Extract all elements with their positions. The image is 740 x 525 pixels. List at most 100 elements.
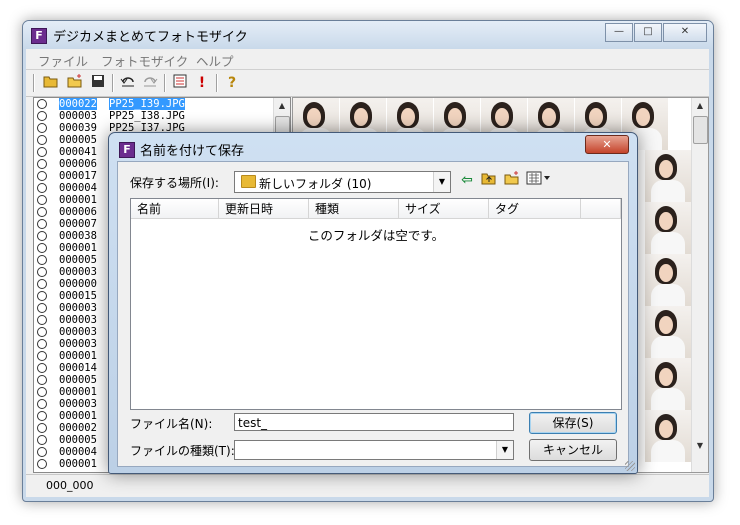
photo-thumbnail [645, 410, 691, 462]
up-folder-icon[interactable] [480, 171, 498, 189]
radio-button[interactable] [37, 291, 47, 301]
radio-button[interactable] [37, 231, 47, 241]
exclamation-icon[interactable]: ! [193, 74, 211, 92]
redo-icon[interactable] [141, 74, 159, 92]
file-number: 000039 [59, 122, 97, 134]
radio-button[interactable] [37, 375, 47, 385]
save-in-combo[interactable]: 新しいフォルダ (10) ▼ [234, 171, 451, 193]
column-header-type[interactable]: 種類 [309, 199, 399, 219]
list-icon[interactable] [171, 74, 189, 92]
column-header-tags[interactable]: タグ [489, 199, 581, 219]
file-number: 000001 [59, 410, 97, 422]
file-number: 000005 [59, 374, 97, 386]
radio-button[interactable] [37, 171, 47, 181]
window-title: デジカメまとめてフォトモザイク [53, 30, 248, 45]
radio-button[interactable] [37, 363, 47, 373]
column-header-modified[interactable]: 更新日時 [219, 199, 309, 219]
radio-button[interactable] [37, 255, 47, 265]
radio-button[interactable] [37, 135, 47, 145]
radio-button[interactable] [37, 435, 47, 445]
title-bar[interactable]: F デジカメまとめてフォトモザイク — □ ✕ [23, 21, 713, 49]
file-number: 000015 [59, 290, 97, 302]
radio-button[interactable] [37, 387, 47, 397]
dialog-close-button[interactable]: ✕ [585, 135, 629, 154]
file-number: 000003 [59, 314, 97, 326]
radio-button[interactable] [37, 459, 47, 469]
radio-button[interactable] [37, 399, 47, 409]
open-folder-icon[interactable] [42, 74, 60, 92]
list-item[interactable]: 000022 PP25_I39.JPG [34, 98, 290, 110]
menu-help[interactable]: ヘルプ [196, 51, 234, 70]
filetype-combo[interactable]: ▼ [234, 440, 514, 460]
scroll-down-arrow[interactable]: ▼ [692, 438, 708, 454]
chevron-down-icon[interactable]: ▼ [496, 441, 513, 459]
menu-file[interactable]: ファイル [38, 51, 88, 70]
file-number: 000003 [59, 326, 97, 338]
file-number: 000005 [59, 254, 97, 266]
cancel-button[interactable]: キャンセル [529, 439, 617, 461]
scroll-thumb[interactable] [693, 116, 708, 144]
radio-button[interactable] [37, 447, 47, 457]
save-button[interactable]: 保存(S) [529, 412, 617, 434]
radio-button[interactable] [37, 111, 47, 121]
file-number: 000014 [59, 362, 97, 374]
file-number: 000001 [59, 350, 97, 362]
help-icon[interactable]: ? [223, 74, 241, 92]
column-header-size[interactable]: サイズ [399, 199, 489, 219]
radio-button[interactable] [37, 267, 47, 277]
new-folder-icon[interactable] [503, 171, 521, 189]
resize-grip[interactable] [625, 461, 635, 471]
undo-icon[interactable] [119, 74, 137, 92]
photo-thumbnail [645, 202, 691, 254]
radio-button[interactable] [37, 411, 47, 421]
back-arrow-icon[interactable]: ⇦ [458, 171, 476, 189]
radio-button[interactable] [37, 207, 47, 217]
photo-thumbnail [645, 150, 691, 202]
radio-button[interactable] [37, 99, 47, 109]
status-bar: 000_000 [26, 474, 709, 497]
radio-button[interactable] [37, 339, 47, 349]
list-item[interactable]: 000003 PP25_I38.JPG [34, 110, 290, 122]
column-header-name[interactable]: 名前 [131, 199, 219, 219]
radio-button[interactable] [37, 351, 47, 361]
photo-scrollbar[interactable]: ▲ ▼ [691, 98, 708, 472]
file-name: PP25_I39.JPG [109, 98, 185, 110]
minimize-button[interactable]: — [605, 23, 633, 42]
radio-button[interactable] [37, 147, 47, 157]
filename-input[interactable]: test_ [234, 413, 514, 431]
radio-button[interactable] [37, 123, 47, 133]
radio-button[interactable] [37, 219, 47, 229]
file-list-view[interactable]: 名前 更新日時 種類 サイズ タグ このフォルダは空です。 [130, 198, 622, 410]
file-number: 000005 [59, 134, 97, 146]
filename-label: ファイル名(N): [130, 417, 213, 431]
maximize-button[interactable]: □ [634, 23, 662, 42]
file-number: 000022 [59, 98, 97, 110]
folder-icon [241, 175, 256, 188]
save-icon[interactable] [89, 74, 107, 92]
radio-button[interactable] [37, 303, 47, 313]
radio-button[interactable] [37, 195, 47, 205]
radio-button[interactable] [37, 279, 47, 289]
photo-thumbnail [645, 306, 691, 358]
scroll-up-arrow[interactable]: ▲ [692, 98, 708, 114]
close-button[interactable]: ✕ [663, 23, 707, 42]
view-menu-icon[interactable] [526, 171, 552, 189]
radio-button[interactable] [37, 315, 47, 325]
chevron-down-icon[interactable]: ▼ [433, 172, 450, 192]
scroll-up-arrow[interactable]: ▲ [274, 98, 290, 114]
radio-button[interactable] [37, 183, 47, 193]
radio-button[interactable] [37, 327, 47, 337]
dialog-body: 保存する場所(I): 新しいフォルダ (10) ▼ ⇦ 名前 更新日時 種類 サ… [117, 161, 629, 467]
radio-button[interactable] [37, 423, 47, 433]
file-name: PP25_I38.JPG [109, 110, 185, 122]
new-folder-icon[interactable] [66, 74, 84, 92]
save-as-dialog: F 名前を付けて保存 ✕ 保存する場所(I): 新しいフォルダ (10) ▼ ⇦… [108, 132, 638, 474]
radio-button[interactable] [37, 159, 47, 169]
empty-folder-message: このフォルダは空です。 [307, 228, 445, 243]
app-icon: F [31, 28, 47, 44]
toolbar: ! ? [26, 70, 709, 97]
file-number: 000001 [59, 458, 97, 470]
radio-button[interactable] [37, 243, 47, 253]
file-number: 000005 [59, 434, 97, 446]
menu-photomosaic[interactable]: フォトモザイク [101, 51, 188, 70]
